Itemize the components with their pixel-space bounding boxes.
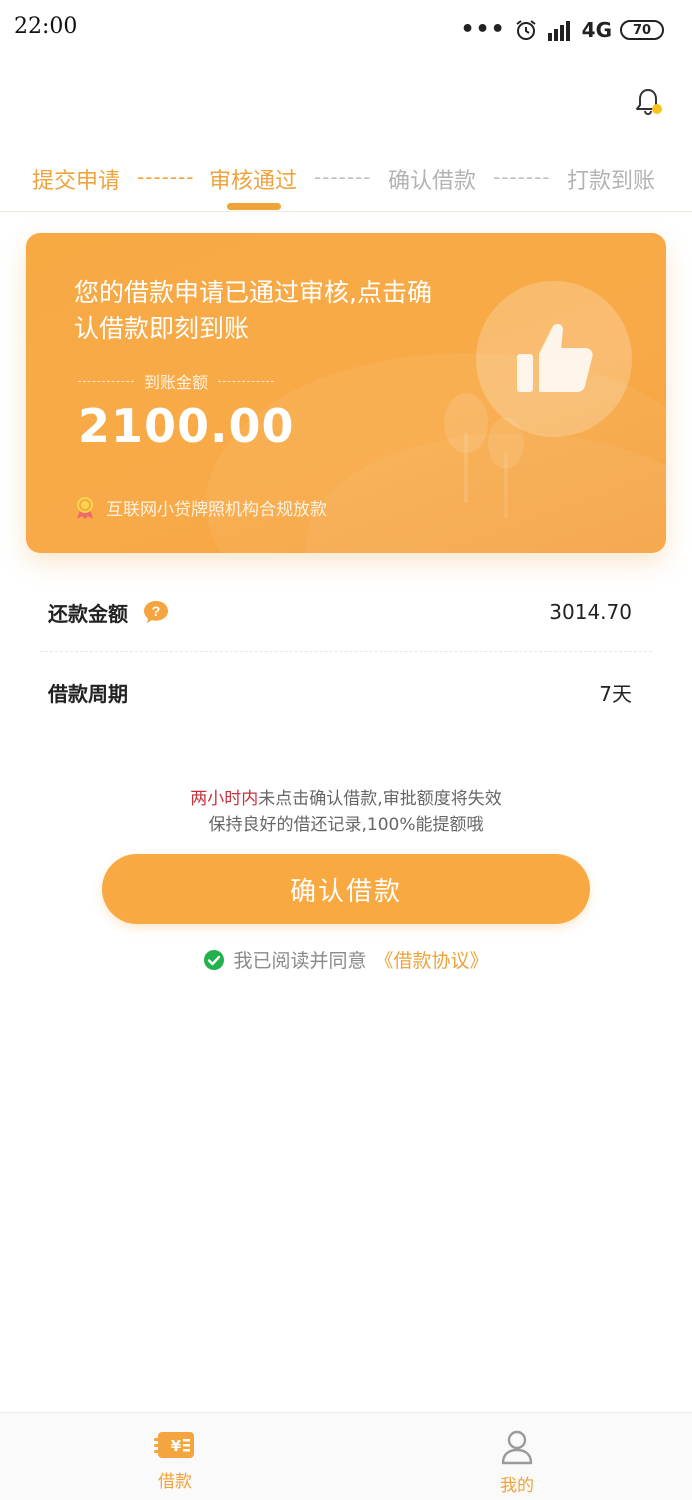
period-value: 7天 bbox=[599, 681, 632, 706]
step-payout: 打款到账 bbox=[567, 169, 656, 194]
steps-divider bbox=[0, 211, 692, 212]
status-indicators: ••• 4G 70 bbox=[460, 18, 664, 42]
medal-icon bbox=[77, 496, 93, 519]
period-label: 借款周期 bbox=[48, 681, 128, 706]
active-step-indicator bbox=[227, 203, 281, 210]
status-time: 22:00 bbox=[14, 14, 78, 39]
notice-line-2: 保持良好的借还记录,100%能提额哦 bbox=[208, 815, 484, 835]
agreement-row: 我已阅读并同意 《借款协议》 bbox=[0, 946, 692, 973]
progress-steps: 提交申请 ------- 审核通过 ------- 确认借款 ------- 打… bbox=[0, 155, 692, 211]
step-separator: ------- bbox=[314, 165, 372, 189]
amount-label-row: 到账金额 bbox=[78, 369, 275, 393]
dash-line bbox=[218, 380, 275, 382]
status-bar: 22:00 ••• 4G 70 bbox=[0, 0, 692, 60]
thumbs-up-icon bbox=[517, 323, 593, 392]
notice-line-1-rest: 未点击确认借款,审批额度将失效 bbox=[258, 789, 502, 809]
bell-icon[interactable] bbox=[632, 86, 664, 118]
repay-label-wrap: 还款金额 ? bbox=[48, 598, 170, 627]
notice-highlight: 两小时内 bbox=[190, 789, 259, 809]
loan-icon: ¥ bbox=[154, 1432, 194, 1458]
thumbs-up-badge bbox=[476, 281, 632, 437]
bottom-nav: ¥ 借款 我的 bbox=[0, 1412, 692, 1500]
user-icon bbox=[501, 1430, 533, 1465]
compliance-note: 互联网小贷牌照机构合规放款 bbox=[74, 495, 327, 520]
period-label-wrap: 借款周期 bbox=[48, 678, 128, 707]
loan-amount: 2100.00 bbox=[78, 399, 295, 453]
confirm-loan-button[interactable]: 确认借款 bbox=[102, 854, 590, 924]
loan-period-row: 借款周期 7天 bbox=[48, 672, 632, 712]
approval-message: 您的借款申请已通过审核,点击确认借款即刻到账 bbox=[74, 278, 432, 343]
loan-agreement-link[interactable]: 《借款协议》 bbox=[375, 946, 489, 973]
step-confirm: 确认借款 bbox=[388, 169, 477, 194]
nav-item-loan[interactable]: ¥ 借款 bbox=[135, 1429, 215, 1492]
agreement-text: 我已阅读并同意 bbox=[233, 950, 367, 972]
dash-line bbox=[78, 380, 134, 382]
repay-amount-row: 还款金额 ? 3014.70 bbox=[48, 592, 632, 632]
nav-label-loan: 借款 bbox=[158, 1472, 192, 1492]
approval-card: 您的借款申请已通过审核,点击确认借款即刻到账 到账金额 2100.00 互联网小… bbox=[26, 233, 666, 553]
nav-item-mine[interactable]: 我的 bbox=[477, 1429, 557, 1496]
signal-icon bbox=[547, 21, 570, 41]
alarm-icon bbox=[516, 20, 536, 40]
notice-line-1: 两小时内未点击确认借款,审批额度将失效 bbox=[0, 786, 692, 812]
help-icon[interactable]: ? bbox=[142, 599, 170, 625]
battery-level: 70 bbox=[632, 22, 652, 38]
svg-text:¥: ¥ bbox=[171, 1437, 182, 1455]
step-separator: ------- bbox=[493, 165, 551, 189]
more-dots: ••• bbox=[460, 17, 506, 42]
expiry-notice: 两小时内未点击确认借款,审批额度将失效 保持良好的借还记录,100%能提额哦 bbox=[0, 786, 692, 838]
step-approved: 审核通过 bbox=[209, 169, 298, 194]
repay-label: 还款金额 bbox=[48, 601, 128, 626]
svg-text:?: ? bbox=[152, 603, 161, 619]
nav-label-mine: 我的 bbox=[500, 1476, 534, 1496]
network-type: 4G bbox=[581, 18, 612, 42]
step-separator: ------- bbox=[137, 165, 195, 189]
step-submit: 提交申请 bbox=[32, 169, 121, 194]
amount-label: 到账金额 bbox=[144, 373, 209, 392]
compliance-text: 互联网小贷牌照机构合规放款 bbox=[106, 500, 327, 520]
check-circle-icon[interactable] bbox=[203, 949, 225, 971]
battery-icon: 70 bbox=[620, 20, 664, 40]
repay-value: 3014.70 bbox=[549, 600, 632, 624]
row-divider bbox=[40, 651, 652, 652]
